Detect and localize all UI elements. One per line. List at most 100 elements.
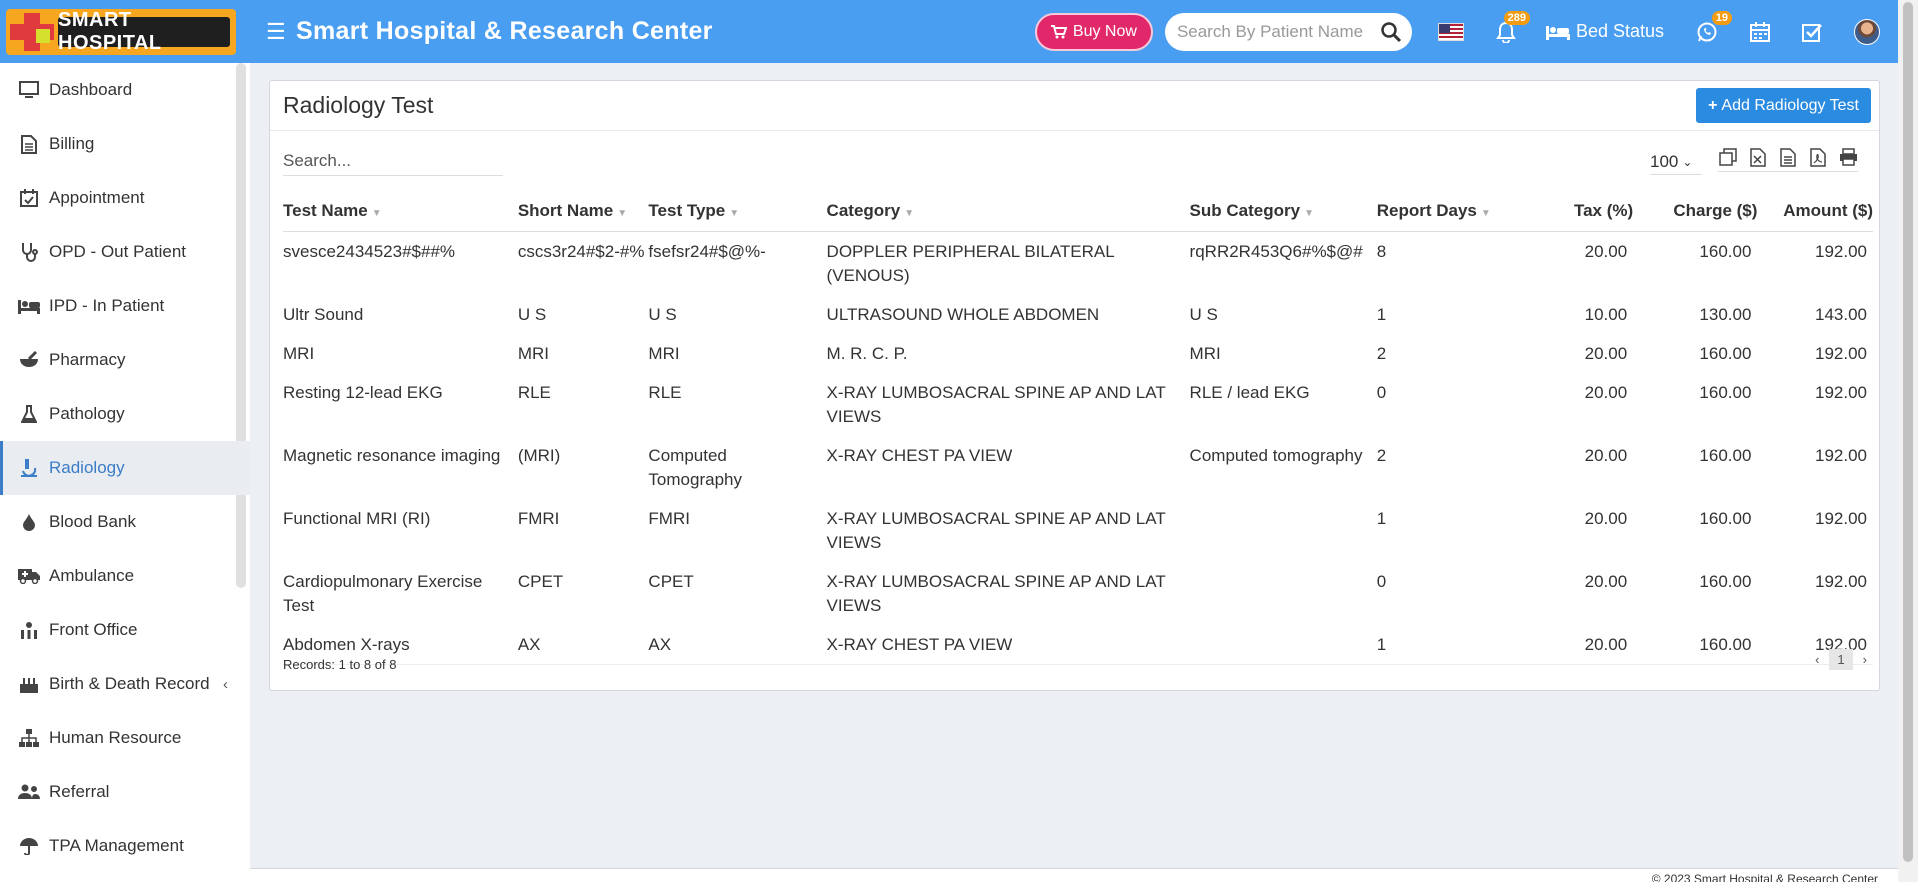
- table-cell: 10.00: [1584, 304, 1628, 324]
- table-cell: U S: [648, 304, 677, 324]
- table-row[interactable]: MRI MRI MRI M. R. C. P. MRI 2 20.00 160.00 192.0…: [283, 334, 1873, 373]
- col-charge[interactable]: Charge ($): [1633, 191, 1758, 232]
- sidebar-item-birth-death[interactable]: Birth & Death Record ‹: [0, 657, 250, 711]
- table-cell: 20.00: [1584, 508, 1628, 528]
- sidebar-item-dashboard[interactable]: Dashboard: [0, 63, 250, 117]
- current-page[interactable]: 1: [1829, 649, 1853, 670]
- search-icon[interactable]: [1380, 21, 1402, 43]
- tasks-button[interactable]: [1802, 22, 1822, 42]
- table-cell: MRI: [648, 343, 680, 363]
- table-row[interactable]: Resting 12-lead EKG RLE RLE X-RAY LUMBOSACR…: [283, 373, 1873, 436]
- bed-icon: [18, 295, 40, 317]
- col-test-type[interactable]: Test Type ▼: [648, 191, 827, 232]
- patient-search-input[interactable]: [1176, 21, 1380, 42]
- sidebar-item-pathology[interactable]: Pathology: [0, 387, 250, 441]
- table-toolbar: 100 ⌄: [270, 131, 1879, 191]
- sidebar-item-pharmacy[interactable]: Pharmacy: [0, 333, 250, 387]
- pagination: ‹ 1 ›: [1815, 649, 1867, 670]
- sidebar-item-label: Dashboard: [49, 80, 133, 99]
- table-cell: 1: [1376, 624, 1530, 665]
- notifications-button[interactable]: 289: [1496, 10, 1530, 43]
- table-cell: U S: [1189, 304, 1218, 324]
- table-row[interactable]: Cardiopulmonary Exercise Test CPET CPET X-R…: [283, 562, 1873, 625]
- copyright-text: © 2023 Smart Hospital & Research Center: [1651, 872, 1878, 882]
- table-row[interactable]: svesce2434523#$##% cscs3r24#$2-#% fsefsr24…: [283, 231, 1873, 295]
- table-row[interactable]: Ultr Sound U S U S ULTRASOUND WHOLE ABDOMEN…: [283, 295, 1873, 334]
- sidebar-item-ambulance[interactable]: Ambulance: [0, 549, 250, 603]
- chevron-left-icon[interactable]: ‹: [223, 676, 228, 693]
- copy-icon[interactable]: [1718, 147, 1738, 167]
- sidebar-item-appointment[interactable]: Appointment: [0, 171, 250, 225]
- col-test-name[interactable]: Test Name ▼: [283, 191, 518, 232]
- table-cell: 1: [1376, 508, 1387, 528]
- table-search-input[interactable]: [283, 147, 503, 176]
- table-row[interactable]: Functional MRI (RI) FMRI FMRI X-RAY LUMBOSA…: [283, 499, 1873, 562]
- cart-icon: [1050, 24, 1067, 38]
- table-cell: 20.00: [1584, 382, 1628, 402]
- pdf-icon[interactable]: [1808, 147, 1828, 167]
- table-cell: MRI: [517, 343, 549, 363]
- col-tax[interactable]: Tax (%): [1530, 191, 1634, 232]
- ambulance-icon: [18, 565, 40, 587]
- col-short-name[interactable]: Short Name ▼: [517, 191, 649, 232]
- sidebar-item-front-office[interactable]: Front Office: [0, 603, 250, 657]
- cake-icon: [18, 673, 40, 695]
- sidebar-item-blood-bank[interactable]: Blood Bank: [0, 495, 250, 549]
- whatsapp-button[interactable]: 19: [1696, 10, 1732, 43]
- page-scrollbar[interactable]: [1898, 0, 1918, 882]
- user-avatar[interactable]: [1854, 18, 1880, 45]
- add-radiology-test-button[interactable]: + Add Radiology Test: [1696, 88, 1871, 123]
- sidebar-item-billing[interactable]: Billing: [0, 117, 250, 171]
- table-cell: 160.00: [1699, 241, 1752, 261]
- page-length-select[interactable]: 100 ⌄: [1650, 149, 1702, 175]
- sidebar-item-ipd[interactable]: IPD - In Patient: [0, 279, 250, 333]
- app-logo[interactable]: SMART HOSPITAL: [6, 8, 236, 55]
- sidebar-item-opd[interactable]: OPD - Out Patient: [0, 225, 250, 279]
- table-cell: M. R. C. P.: [826, 343, 908, 363]
- table-cell: 20.00: [1584, 241, 1628, 261]
- calendar-check-icon: [18, 187, 40, 209]
- sidebar-item-tpa[interactable]: TPA Management: [0, 819, 250, 873]
- excel-icon[interactable]: [1748, 147, 1768, 167]
- bed-status-button[interactable]: Bed Status: [1545, 21, 1664, 42]
- bed-status-label: Bed Status: [1575, 21, 1664, 41]
- prev-page-icon[interactable]: ‹: [1815, 652, 1819, 667]
- checkbox-icon: [1802, 23, 1822, 42]
- table-cell: 2: [1376, 445, 1387, 465]
- plus-icon: +: [1708, 96, 1718, 114]
- page-length-value: 100: [1650, 151, 1679, 171]
- print-icon[interactable]: [1838, 147, 1858, 167]
- radiology-test-table: Test Name ▼ Short Name ▼ Test Type ▼ Catego…: [283, 191, 1873, 665]
- sidebar-item-human-resource[interactable]: Human Resource: [0, 711, 250, 765]
- table-row[interactable]: Abdomen X-rays AX AX X-RAY CHEST PA VIEW 1 20…: [283, 624, 1873, 665]
- monitor-icon: [18, 79, 40, 101]
- calendar-icon: [1750, 21, 1770, 42]
- csv-icon[interactable]: [1778, 147, 1798, 167]
- calendar-button[interactable]: [1750, 21, 1770, 42]
- col-category[interactable]: Category ▼: [826, 191, 1190, 232]
- table-cell: 143.00: [1815, 304, 1867, 324]
- bed-icon: [1545, 25, 1570, 40]
- col-sub-category[interactable]: Sub Category ▼: [1189, 191, 1377, 232]
- sidebar-item-radiology[interactable]: Radiology: [0, 441, 250, 495]
- table-cell: 160.00: [1699, 445, 1752, 465]
- table-cell: 192.00: [1815, 445, 1867, 465]
- table-cell: MRI: [283, 343, 315, 363]
- sidebar-item-referral[interactable]: Referral: [0, 765, 250, 819]
- menu-toggle-icon[interactable]: ☰: [266, 19, 286, 45]
- next-page-icon[interactable]: ›: [1863, 652, 1867, 667]
- sitemap-icon: [18, 727, 40, 749]
- table-cell: (MRI): [517, 445, 561, 465]
- col-amount[interactable]: Amount ($): [1757, 191, 1873, 232]
- buy-now-button[interactable]: Buy Now: [1034, 12, 1153, 51]
- top-header: SMART HOSPITAL ☰ Smart Hospital & Resear…: [0, 0, 1898, 63]
- table-cell: 20.00: [1584, 343, 1628, 363]
- table-row[interactable]: Magnetic resonance imaging (MRI) Computed …: [283, 436, 1873, 499]
- table-cell: 192.00: [1815, 382, 1867, 402]
- patient-search: [1164, 12, 1412, 51]
- col-report-days[interactable]: Report Days ▼: [1376, 191, 1530, 232]
- us-flag-icon[interactable]: [1437, 22, 1464, 41]
- table-cell: 160.00: [1699, 382, 1752, 402]
- sidebar-item-label: Pathology: [49, 404, 125, 423]
- table-cell: X-RAY CHEST PA VIEW: [826, 445, 1013, 465]
